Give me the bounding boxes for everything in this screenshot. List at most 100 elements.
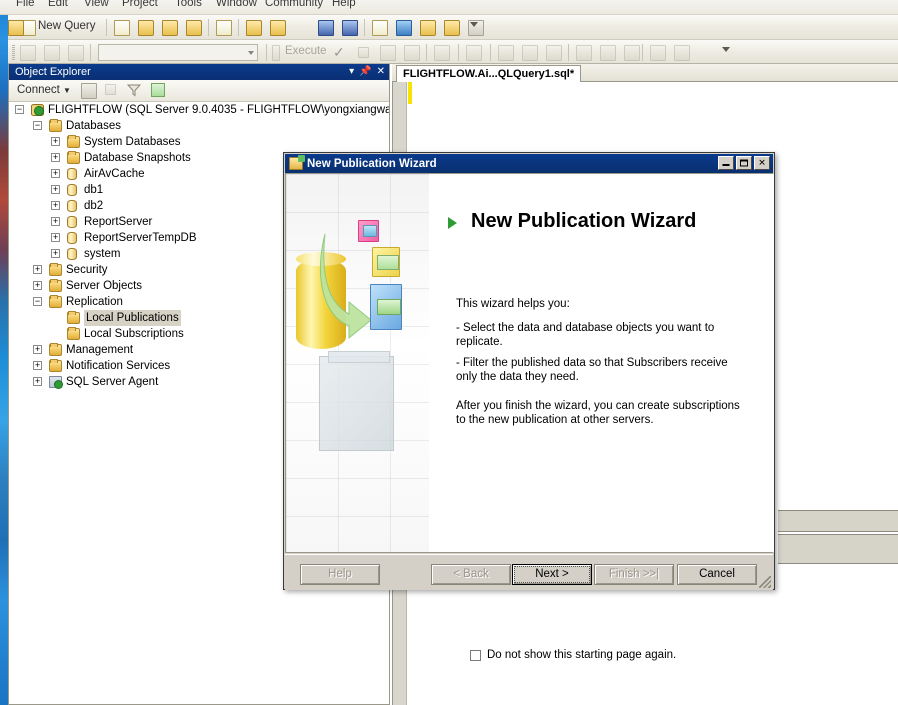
menu-item-view[interactable]: View [84,0,109,9]
toolbar-grip[interactable] [12,45,15,60]
tab-query-document[interactable]: FLIGHTFLOW.Ai...QLQuery1.sql* [396,65,581,82]
menu-item-tools[interactable]: Tools [175,0,202,9]
menu-item-window[interactable]: Window [216,0,257,9]
expand-toggle-icon[interactable]: + [33,377,42,386]
expand-toggle-icon[interactable]: + [51,249,60,258]
template-explorer-icon[interactable] [444,20,460,36]
new-mdx-query-icon[interactable] [138,20,154,36]
do-not-show-checkbox[interactable] [470,650,481,661]
change-connection-icon[interactable] [68,45,84,61]
expand-toggle-icon[interactable]: + [33,345,42,354]
close-button[interactable]: ✕ [754,156,770,170]
database-combo[interactable] [98,44,258,61]
connect-label: Connect [17,84,60,96]
new-query-label: New Query [38,20,96,32]
database-icon [67,184,77,196]
new-xmla-query-icon[interactable] [186,20,202,36]
refresh-icon[interactable] [151,83,165,97]
save-icon[interactable] [318,20,334,36]
results-to-grid-icon[interactable] [522,45,538,61]
expand-toggle-icon[interactable]: + [33,265,42,274]
tree-node[interactable]: +System Databases [9,134,389,150]
stop-icon[interactable] [358,47,369,58]
menu-item-edit[interactable]: Edit [48,0,68,9]
menu-item-community[interactable]: Community [265,0,323,9]
toolbar-overflow-icon[interactable] [722,47,730,52]
dialog-titlebar[interactable]: New Publication Wizard ✕ [285,154,773,173]
toolbar-separator [266,44,267,61]
connect-icon[interactable] [20,45,36,61]
do-not-show-row[interactable]: Do not show this starting page again. [470,649,676,661]
chevron-down-icon[interactable] [248,51,254,55]
include-client-statistics-icon[interactable] [466,45,482,61]
do-not-show-label: Do not show this starting page again. [487,649,676,661]
intro-text: This wizard helps you: [456,298,741,312]
window-menu-icon[interactable]: ▾ [349,64,354,80]
collapse-toggle-icon[interactable]: − [15,105,24,114]
help-button[interactable]: Help [300,564,380,585]
tree-node-label: system [84,246,120,262]
finish-note: After you finish the wizard, you can cre… [456,400,741,427]
display-estimated-plan-icon[interactable] [380,45,396,61]
increase-indent-icon[interactable] [650,45,666,61]
new-file-icon[interactable] [114,20,130,36]
disconnect-icon[interactable] [81,83,97,99]
tree-node[interactable]: −Databases [9,118,389,134]
expand-toggle-icon[interactable]: + [51,153,60,162]
include-actual-plan-icon[interactable] [434,45,450,61]
expand-toggle-icon[interactable]: + [51,169,60,178]
chevron-down-icon[interactable]: ▼ [63,86,71,95]
filter-icon[interactable] [127,83,141,97]
finish-button[interactable]: Finish >>| [594,564,674,585]
back-button[interactable]: < Back [431,564,511,585]
expand-toggle-icon[interactable]: + [51,217,60,226]
menu-item-help[interactable]: Help [332,0,356,9]
execute-icon[interactable] [272,45,280,61]
save-all-icon[interactable] [342,20,358,36]
execute-label[interactable]: Execute [285,45,327,57]
next-button[interactable]: Next > [512,564,592,585]
dialog-title: New Publication Wizard [307,158,437,170]
minimize-button[interactable] [718,156,734,170]
parse-check-icon[interactable]: ✓ [333,45,345,59]
format-icon[interactable] [674,45,690,61]
new-dmx-query-icon[interactable] [162,20,178,36]
disconnect-icon[interactable] [44,45,60,61]
results-to-text-icon[interactable] [498,45,514,61]
results-to-file-icon[interactable] [546,45,562,61]
tree-node[interactable]: −FLIGHTFLOW (SQL Server 9.0.4035 - FLIGH… [9,102,389,118]
collapse-toggle-icon[interactable]: − [33,121,42,130]
standard-toolbar: New Query [8,15,898,40]
expand-toggle-icon[interactable]: + [33,281,42,290]
pin-icon[interactable]: 📌 [359,64,371,80]
toolbar-separator [490,44,491,61]
decrease-indent-icon[interactable] [624,45,640,61]
new-query-button[interactable]: New Query [38,20,96,32]
close-icon[interactable]: ✕ [377,64,385,80]
collapse-toggle-icon[interactable]: − [33,297,42,306]
uncomment-icon[interactable] [600,45,616,61]
open-file-icon[interactable] [216,20,232,36]
comment-icon[interactable] [576,45,592,61]
expand-toggle-icon[interactable]: + [33,361,42,370]
menu-item-project[interactable]: Project [122,0,158,9]
copy-icon[interactable] [372,20,388,36]
expand-toggle-icon[interactable]: + [51,185,60,194]
connect-dropdown-button[interactable]: Connect ▼ [17,84,71,96]
object-explorer-icon[interactable] [420,20,436,36]
expand-toggle-icon[interactable]: + [51,137,60,146]
remove-connection-icon[interactable] [8,20,24,36]
back-label: < Back [453,568,488,580]
query-options-icon[interactable] [404,45,420,61]
expand-toggle-icon[interactable]: + [51,233,60,242]
open-folder-icon[interactable] [246,20,262,36]
properties-window-icon[interactable] [396,20,412,36]
cancel-button[interactable]: Cancel [677,564,757,585]
add-connection-icon[interactable] [270,20,286,36]
maximize-button[interactable] [736,156,752,170]
toolbar-overflow-icon[interactable] [470,22,478,27]
menu-item-file[interactable]: File [16,0,35,9]
resize-grip[interactable] [759,576,771,588]
expand-toggle-icon[interactable]: + [51,201,60,210]
stop-icon[interactable] [105,84,116,95]
